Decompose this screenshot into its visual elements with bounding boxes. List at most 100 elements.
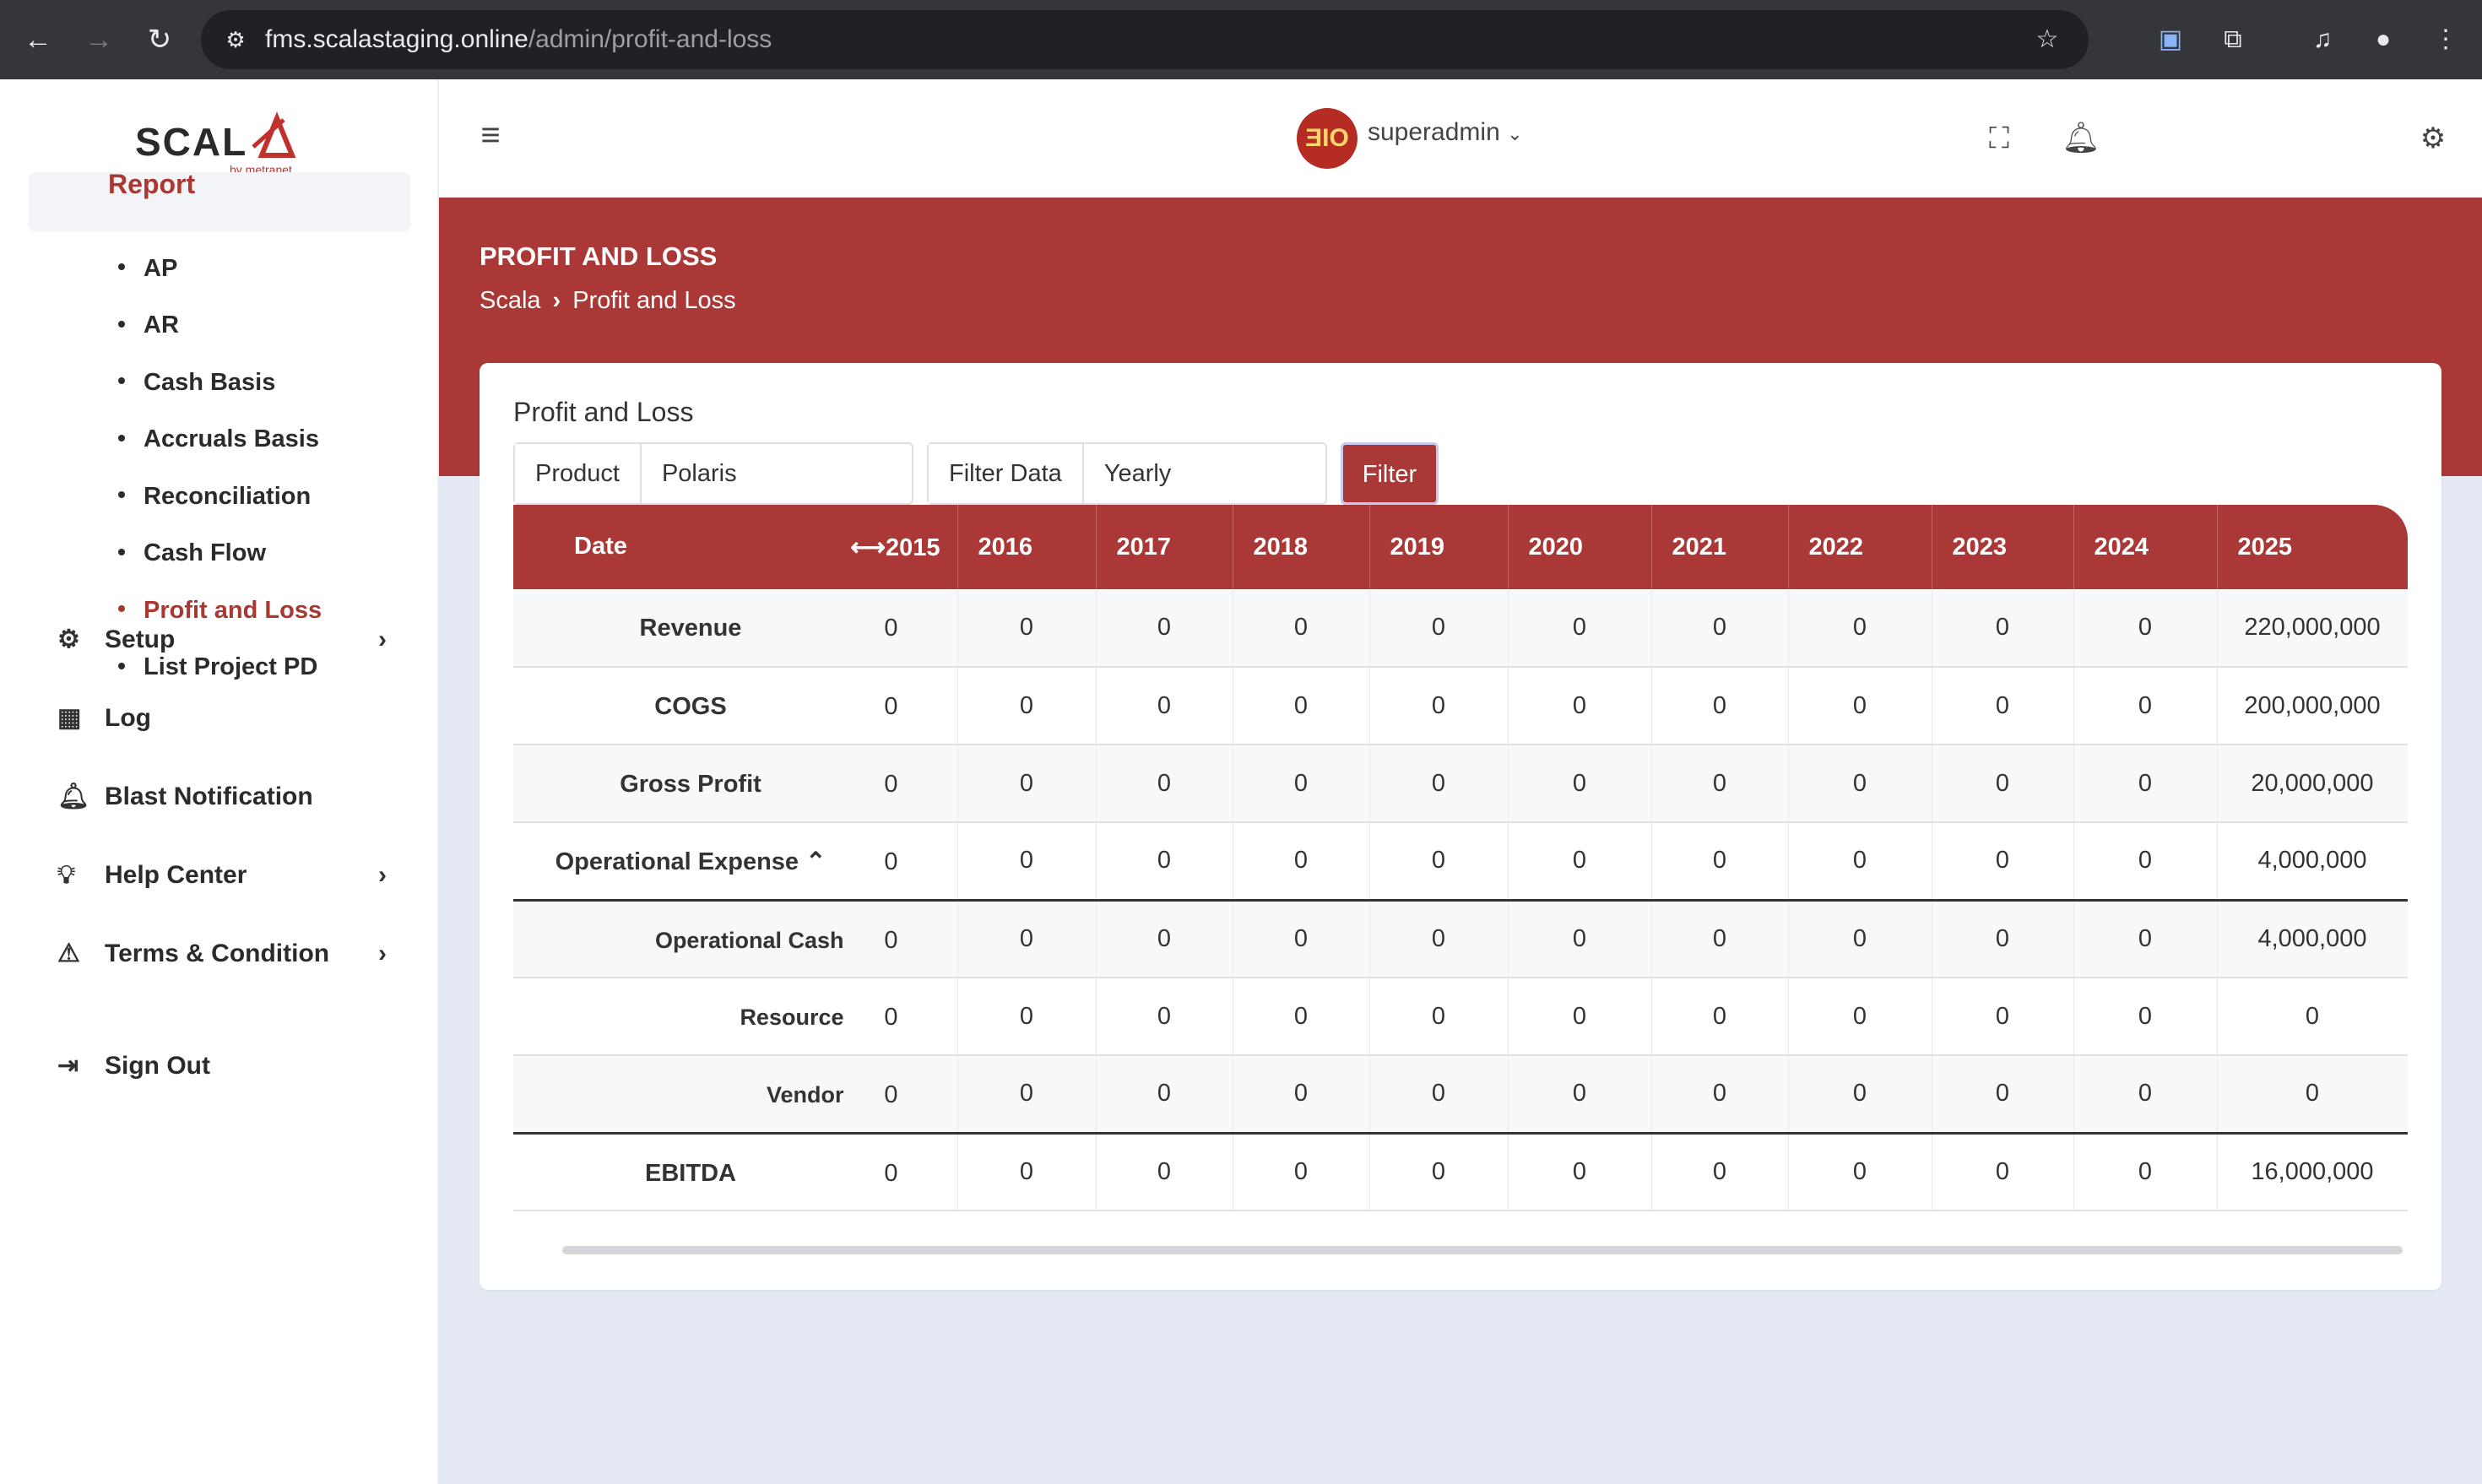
table-row: EBITDA 0 0 0 0 0 0 0 0 0 0 16,000,000 [513, 1133, 2408, 1211]
year-header-2022[interactable]: 2022 [1788, 505, 1932, 589]
table-cell: 0 [1788, 978, 1932, 1056]
table-cell: 0 [1508, 1133, 1652, 1211]
year-header-2021[interactable]: 2021 [1651, 505, 1789, 589]
table-cell: 0 [1651, 1055, 1789, 1135]
table-cell: 0 [1096, 900, 1233, 978]
reload-icon[interactable]: ↻ [138, 19, 181, 61]
sidebar-subitem-cash-basis[interactable]: Cash Basis [118, 361, 275, 403]
fullscreen-icon[interactable]: ⛶ [1981, 120, 2018, 157]
sidebar-subitem-ar[interactable]: AR [118, 304, 179, 346]
address-bar[interactable]: ⚙ fms.scalastaging.online/admin/profit-a… [201, 10, 2089, 69]
year-header-2024[interactable]: 2024 [2073, 505, 2218, 589]
table-row[interactable]: Operational Expense ⌃ 0 0 0 0 0 0 0 0 0 0 4,000,000 [513, 822, 2408, 902]
sidebar-item-report[interactable]: Report [29, 172, 410, 231]
table-cell: 0 [1651, 822, 1789, 902]
sidebar: SCAL by metranet Report AP AR Cash Basis Ac… [0, 79, 439, 1484]
year-header-2016[interactable]: 2016 [957, 505, 1097, 589]
year-header-2018[interactable]: 2018 [1233, 505, 1370, 589]
sidebar-item-help-center[interactable]: 💡︎ Help Center › [57, 852, 387, 899]
row-label: Operational Cash [654, 927, 844, 953]
row-label-cell: COGS 0 [513, 667, 958, 745]
table-cell: 0 [1369, 745, 1509, 823]
chevron-right-icon: › [378, 940, 387, 967]
sidebar-subitem-label: Accruals Basis [144, 425, 319, 453]
media-control-icon[interactable]: ♫ [2301, 19, 2344, 61]
year-header-2017[interactable]: 2017 [1096, 505, 1233, 589]
bell-icon[interactable]: 🔔︎ [2060, 116, 2102, 159]
hamburger-menu-icon[interactable]: ≡ [469, 118, 512, 152]
chevron-down-icon: ⌄ [1507, 123, 1523, 144]
filter-data-label: Filter Data [929, 444, 1084, 503]
table-cell: 0 [1932, 978, 2074, 1056]
user-menu[interactable]: superadmin ⌄ [1368, 118, 1523, 147]
sidebar-item-setup[interactable]: ⚙ Setup › [57, 616, 387, 663]
sidebar-item-blast-notification[interactable]: 🔔︎ Blast Notification [57, 773, 387, 821]
table-cell: 0 [1651, 978, 1789, 1056]
extensions-icon[interactable]: ⧉ [2212, 19, 2254, 61]
sidebar-subitem-label: Cash Flow [144, 539, 267, 567]
sidebar-item-terms-condition[interactable]: ⚠ Terms & Condition › [57, 930, 387, 978]
table-cell: 0 [1508, 978, 1652, 1056]
bookmark-star-icon[interactable]: ☆ [2026, 19, 2068, 61]
site-settings-icon[interactable]: ⚙ [214, 19, 257, 61]
filter-button[interactable]: Filter [1341, 442, 1439, 505]
row-label: Resource [740, 1005, 844, 1030]
bullet-icon [118, 263, 125, 271]
row-label-cell: Vendor 0 [513, 1055, 958, 1135]
date-column-header: Date ⟷2015 [513, 505, 958, 589]
profit-loss-table-wrapper[interactable]: Date ⟷2015 2016 2017 2018 2019 2020 2021 2022 20… [513, 505, 2408, 1214]
sidebar-item-log[interactable]: ▦ Log [57, 695, 387, 742]
row-label-cell: Operational Expense ⌃ 0 [513, 822, 958, 902]
period-filter[interactable]: Filter Data Yearly [927, 442, 1327, 505]
table-row: COGS 0 0 0 0 0 0 0 0 0 0 200,000,000 [513, 667, 2408, 745]
browser-menu-icon[interactable]: ⋮ [2425, 19, 2467, 61]
year-header-2025[interactable]: 2025 [2217, 505, 2408, 589]
year-header-2019[interactable]: 2019 [1369, 505, 1509, 589]
table-cell: 0 [1508, 822, 1652, 902]
table-cell: 0 [1651, 1133, 1789, 1211]
table-cell: 0 [957, 900, 1097, 978]
table-cell: 0 [884, 771, 898, 798]
breadcrumb-home[interactable]: Scala [480, 287, 541, 314]
avatar[interactable]: ƎIO [1297, 108, 1358, 169]
table-cell: 0 [1096, 589, 1233, 668]
translate-icon[interactable]: ▣ [2149, 19, 2192, 61]
breadcrumb-current: Profit and Loss [572, 287, 736, 314]
row-label: Revenue [639, 615, 742, 642]
table-cell: 0 [1932, 900, 2074, 978]
sidebar-subitem-accruals-basis[interactable]: Accruals Basis [118, 418, 319, 460]
product-select[interactable]: Polaris [642, 444, 757, 503]
table-cell: 0 [1932, 745, 2074, 823]
table-row: Operational Cash 0 0 0 0 0 0 0 0 0 0 4,000,000 [513, 900, 2408, 978]
calendar-icon: ▦ [57, 704, 82, 732]
product-filter[interactable]: Product Polaris [513, 442, 913, 505]
table-cell: 0 [1788, 1055, 1932, 1135]
table-cell: 0 [2073, 589, 2218, 668]
table-cell: 0 [1508, 667, 1652, 745]
row-label: COGS [654, 693, 727, 720]
year-header-2015[interactable]: ⟷2015 [850, 533, 956, 562]
sidebar-subitem-ap[interactable]: AP [118, 247, 177, 290]
bullet-icon [118, 491, 125, 499]
forward-arrow-icon[interactable]: → [78, 19, 120, 61]
year-header-2023[interactable]: 2023 [1932, 505, 2074, 589]
table-cell: 0 [1096, 822, 1233, 902]
table-cell: 0 [1508, 1055, 1652, 1135]
period-select[interactable]: Yearly [1084, 444, 1192, 503]
table-cell: 0 [884, 1159, 898, 1187]
back-arrow-icon[interactable]: ← [17, 19, 59, 61]
horizontal-scrollbar[interactable] [562, 1246, 2403, 1254]
table-cell: 0 [1651, 745, 1789, 823]
table-cell: 0 [1233, 745, 1370, 823]
table-cell: 0 [1508, 589, 1652, 668]
sidebar-item-sign-out[interactable]: ⇥ Sign Out [57, 1043, 387, 1090]
table-cell: 0 [2073, 1055, 2218, 1135]
year-header-2020[interactable]: 2020 [1508, 505, 1652, 589]
profile-icon[interactable]: ● [2362, 19, 2404, 61]
sidebar-subitem-reconciliation[interactable]: Reconciliation [118, 475, 311, 517]
table-cell: 0 [1369, 978, 1509, 1056]
table-cell: 0 [957, 745, 1097, 823]
settings-gear-icon[interactable]: ⚙ [2414, 120, 2452, 157]
table-cell: 20,000,000 [2217, 745, 2408, 823]
sidebar-subitem-cash-flow[interactable]: Cash Flow [118, 532, 266, 574]
